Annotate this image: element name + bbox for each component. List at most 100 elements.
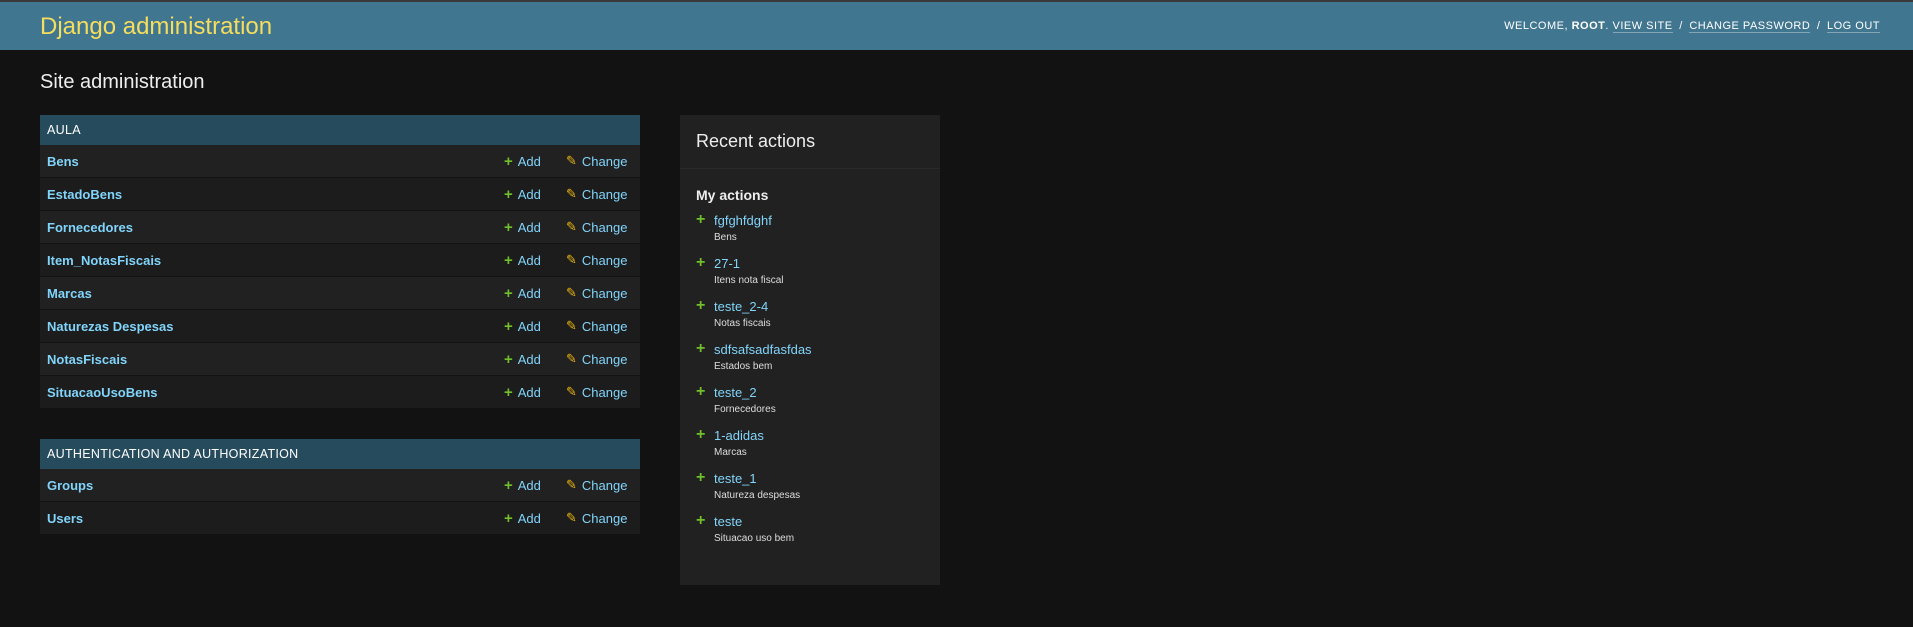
pencil-icon: ✎ — [566, 318, 577, 333]
addition-icon: + — [696, 211, 706, 228]
change-link[interactable]: ✎ Change — [566, 219, 640, 235]
change-link[interactable]: ✎ Change — [566, 384, 640, 400]
recent-action-item: + teste Situacao uso bem — [696, 512, 924, 557]
view-site-link[interactable]: VIEW SITE — [1612, 20, 1673, 33]
add-label: Add — [517, 186, 541, 202]
model-link[interactable]: Fornecedores — [40, 220, 504, 235]
add-label: Add — [517, 384, 541, 400]
plus-icon: + — [504, 152, 513, 170]
model-link[interactable]: Item_NotasFiscais — [40, 253, 504, 268]
add-link[interactable]: + Add — [504, 352, 566, 367]
change-link[interactable]: ✎ Change — [566, 318, 640, 334]
recent-actions-panel: Recent actions My actions + fgfghfdghf Ben… — [680, 115, 940, 585]
pencil-icon: ✎ — [566, 153, 577, 168]
model-row: Bens + Add ✎ Change — [40, 145, 640, 178]
add-link[interactable]: + Add — [504, 286, 566, 301]
separator: / — [1816, 20, 1821, 32]
add-link[interactable]: + Add — [504, 511, 566, 526]
add-label: Add — [517, 219, 541, 235]
addition-icon: + — [696, 297, 706, 314]
plus-icon: + — [504, 317, 513, 335]
change-label: Change — [581, 477, 628, 493]
model-link[interactable]: Groups — [40, 478, 504, 493]
model-link[interactable]: NotasFiscais — [40, 352, 504, 367]
recent-action-type: Notas fiscais — [714, 318, 771, 329]
change-link[interactable]: ✎ Change — [566, 351, 640, 367]
add-link[interactable]: + Add — [504, 253, 566, 268]
header: Django administration WELCOME, ROOT. VIE… — [0, 0, 1913, 50]
add-link[interactable]: + Add — [504, 478, 566, 493]
recent-action-link[interactable]: teste_1 — [714, 471, 924, 486]
change-link[interactable]: ✎ Change — [566, 186, 640, 202]
model-link[interactable]: SituacaoUsoBens — [40, 385, 504, 400]
change-link[interactable]: ✎ Change — [566, 153, 640, 169]
model-row: NotasFiscais + Add ✎ Change — [40, 343, 640, 376]
recent-action-link[interactable]: sdfsafsadfasfdas — [714, 342, 924, 357]
recent-action-link[interactable]: fgfghfdghf — [714, 213, 924, 228]
recent-action-item: +1-adidas Marcas — [696, 426, 924, 471]
model-row: Groups + Add ✎ Change — [40, 469, 640, 502]
change-label: Change — [581, 186, 628, 202]
recent-action-item: + sdfsafsadfasfdas Estados bem — [696, 340, 924, 385]
add-label: Add — [517, 153, 541, 169]
add-label: Add — [517, 252, 541, 268]
recent-action-link[interactable]: teste — [714, 514, 924, 529]
change-label: Change — [581, 510, 628, 526]
add-link[interactable]: + Add — [504, 154, 566, 169]
add-link[interactable]: + Add — [504, 319, 566, 334]
change-link[interactable]: ✎ Change — [566, 285, 640, 301]
model-link[interactable]: Marcas — [40, 286, 504, 301]
model-link[interactable]: Naturezas Despesas — [40, 319, 504, 334]
pencil-icon: ✎ — [566, 219, 577, 234]
plus-icon: + — [504, 383, 513, 401]
recent-action-item: + teste_2-4 Notas fiscais — [696, 297, 924, 342]
model-link[interactable]: Bens — [40, 154, 504, 169]
change-link[interactable]: ✎ Change — [566, 477, 640, 493]
add-link[interactable]: + Add — [504, 187, 566, 202]
site-branding[interactable]: Django administration — [40, 13, 272, 41]
recent-actions-title: Recent actions — [680, 115, 940, 169]
addition-icon: + — [696, 469, 706, 486]
add-label: Add — [517, 351, 541, 367]
pencil-icon: ✎ — [566, 384, 577, 399]
recent-action-type: Situacao uso bem — [714, 533, 795, 544]
app-caption[interactable]: AUTHENTICATION AND AUTHORIZATION — [40, 439, 640, 469]
log-out-link[interactable]: LOG OUT — [1826, 20, 1880, 33]
recent-action-link[interactable]: 27-1 — [714, 256, 924, 271]
change-label: Change — [581, 318, 628, 334]
user-tools: WELCOME, ROOT. VIEW SITE / CHANGE PASSWO… — [1504, 20, 1880, 33]
model-row: SituacaoUsoBens + Add ✎ Change — [40, 376, 640, 409]
pencil-icon: ✎ — [566, 252, 577, 267]
add-link[interactable]: + Add — [504, 220, 566, 235]
model-row: Item_NotasFiscais + Add ✎ Change — [40, 244, 640, 277]
plus-icon: + — [504, 350, 513, 368]
model-row: Fornecedores + Add ✎ Change — [40, 211, 640, 244]
add-link[interactable]: + Add — [504, 385, 566, 400]
change-link[interactable]: ✎ Change — [566, 252, 640, 268]
page-title: Site administration — [40, 71, 205, 93]
model-link[interactable]: Users — [40, 511, 504, 526]
addition-icon: + — [696, 254, 706, 271]
change-label: Change — [581, 285, 628, 301]
change-label: Change — [581, 219, 628, 235]
model-row: Naturezas Despesas + Add ✎ Change — [40, 310, 640, 343]
recent-action-type: Estados bem — [714, 361, 773, 372]
app-caption[interactable]: AULA — [40, 115, 640, 145]
recent-action-type: Bens — [714, 232, 737, 243]
model-row: Users + Add ✎ Change — [40, 502, 640, 535]
addition-icon: + — [696, 426, 706, 443]
pencil-icon: ✎ — [566, 186, 577, 201]
username: ROOT — [1571, 20, 1606, 32]
plus-icon: + — [504, 185, 513, 203]
recent-action-link[interactable]: teste_2-4 — [714, 299, 924, 314]
recent-action-link[interactable]: 1-adidas — [714, 428, 924, 443]
app-module-aula: AULA Bens + Add ✎ Change EstadoBens + Add ✎ Chang… — [40, 115, 640, 409]
recent-action-link[interactable]: teste_2 — [714, 385, 924, 400]
separator: / — [1679, 20, 1683, 32]
recent-action-item: + teste_2 Fornecedores — [696, 383, 924, 428]
change-password-link[interactable]: CHANGE PASSWORD — [1689, 20, 1811, 33]
change-link[interactable]: ✎ Change — [566, 510, 640, 526]
model-link[interactable]: EstadoBens — [40, 187, 504, 202]
model-row: EstadoBens + Add ✎ Change — [40, 178, 640, 211]
addition-icon: + — [696, 340, 706, 357]
